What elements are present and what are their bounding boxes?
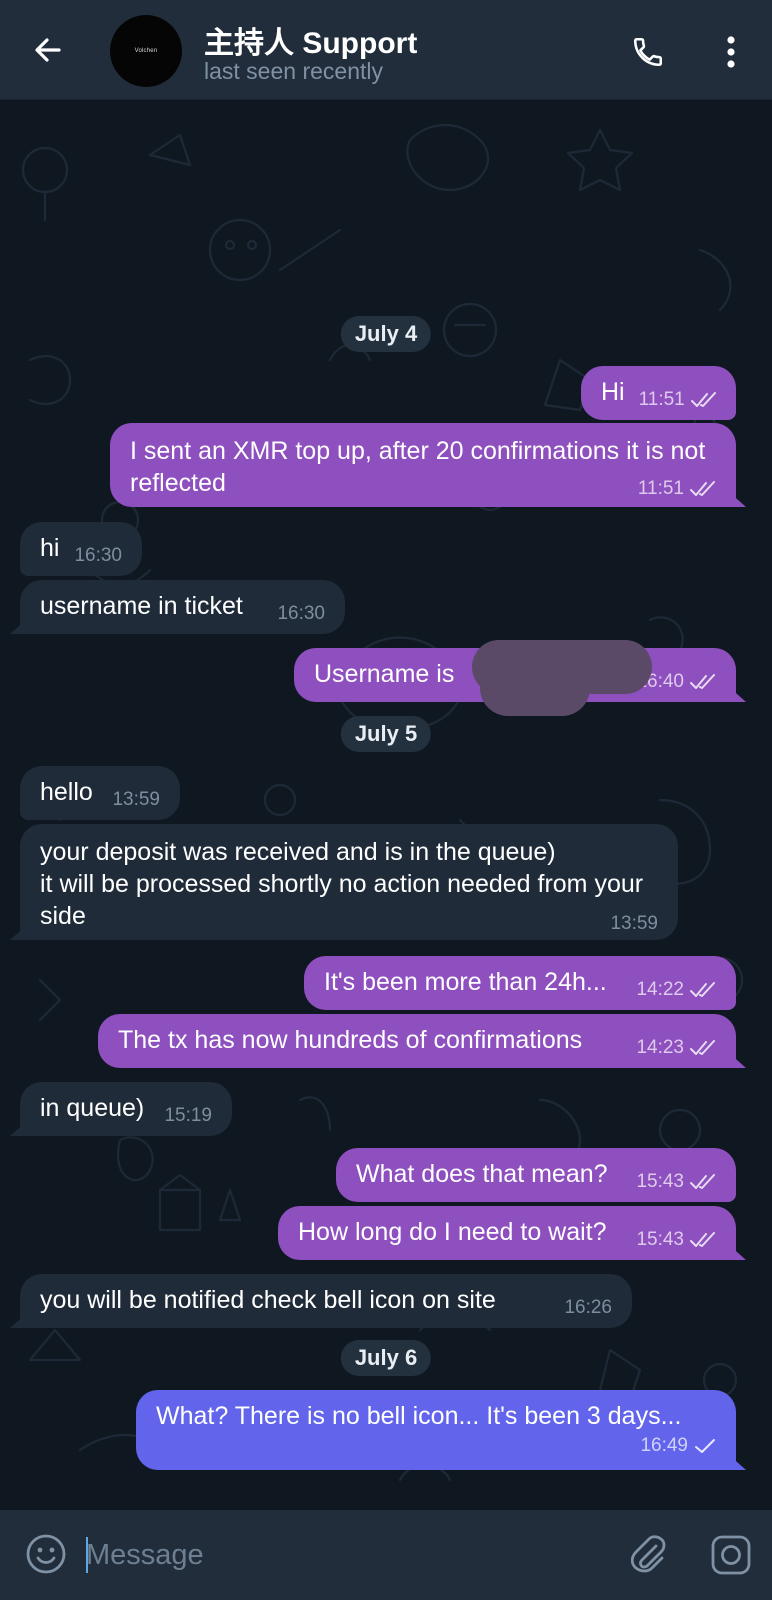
chat-title[interactable]: 主持人 Support — [204, 18, 417, 62]
message-text: It's been more than 24h... — [324, 968, 607, 996]
date-separator: July 6 — [340, 1340, 432, 1376]
message-bubble-outgoing[interactable]: It's been more than 24h... 14:22 — [304, 956, 736, 1010]
message-meta: 11:51 — [639, 384, 717, 416]
message-bubble-outgoing[interactable]: How long do I need to wait? 15:43 — [278, 1206, 736, 1260]
message-bubble-outgoing[interactable]: What does that mean? 15:43 — [336, 1148, 736, 1202]
message-time: 13:59 — [610, 913, 658, 934]
check-icon — [695, 1439, 715, 1453]
chat-status: last seen recently — [204, 58, 383, 84]
message-composer — [0, 1510, 772, 1600]
message-time: 15:43 — [636, 1171, 684, 1192]
message-bubble-incoming[interactable]: your deposit was received and is in the … — [20, 824, 678, 940]
message-bubble-outgoing[interactable]: What? There is no bell icon... It's been… — [136, 1390, 736, 1470]
message-time: 13:59 — [112, 789, 160, 810]
message-text: hello — [40, 778, 93, 806]
message-bubble-incoming[interactable]: in queue) 15:19 — [20, 1082, 232, 1136]
message-meta: 15:43 — [636, 1166, 716, 1198]
message-meta: 14:23 — [636, 1032, 716, 1064]
double-check-icon — [690, 392, 716, 407]
date-separator: July 4 — [340, 316, 432, 352]
message-time: 16:30 — [74, 545, 122, 566]
double-check-icon — [690, 1174, 715, 1189]
message-meta: 16:49 — [640, 1430, 716, 1462]
more-button[interactable] — [712, 32, 750, 72]
message-text: Username is — [314, 660, 455, 688]
double-check-icon — [690, 674, 715, 689]
message-time: 14:23 — [636, 1037, 684, 1058]
back-button[interactable] — [28, 30, 68, 70]
message-time: 11:51 — [637, 478, 684, 499]
message-meta: 15:43 — [636, 1224, 716, 1256]
message-text: What does that mean? — [356, 1160, 608, 1188]
message-bubble-incoming[interactable]: hello 13:59 — [20, 766, 180, 820]
double-check-icon — [690, 982, 715, 997]
message-bubble-incoming[interactable]: you will be notified check bell icon on … — [20, 1274, 632, 1328]
call-button[interactable] — [628, 32, 668, 72]
more-vertical-icon — [727, 36, 735, 68]
message-text: Hi — [601, 378, 625, 406]
chat-screen: Volchen 主持人 Support last seen recently J… — [0, 0, 772, 1600]
message-time: 16:49 — [640, 1435, 688, 1456]
message-text: hi — [40, 534, 60, 562]
phone-icon — [633, 37, 663, 67]
camera-icon — [711, 1535, 751, 1575]
message-bubble-incoming[interactable]: hi 16:30 — [20, 522, 142, 576]
message-meta: 14:22 — [636, 974, 716, 1006]
message-time: 15:43 — [636, 1229, 684, 1250]
emoji-button[interactable] — [24, 1532, 68, 1576]
message-time: 14:22 — [636, 979, 684, 1000]
date-separator: July 5 — [340, 716, 432, 752]
avatar[interactable]: Volchen — [110, 15, 182, 87]
chat-area[interactable]: July 4 Hi 11:51 I sent an XMR top up, af… — [0, 100, 772, 1510]
double-check-icon — [690, 1040, 715, 1055]
message-meta: 11:51 — [638, 473, 716, 505]
message-text: username in ticket — [40, 592, 243, 620]
message-text: How long do I need to wait? — [298, 1218, 607, 1246]
attach-button[interactable] — [626, 1532, 670, 1576]
text-caret — [86, 1537, 88, 1573]
message-bubble-outgoing[interactable]: The tx has now hundreds of confirmations… — [98, 1014, 736, 1068]
message-input[interactable] — [86, 1530, 606, 1580]
message-text: The tx has now hundreds of confirmations — [118, 1026, 583, 1054]
message-time: 16:26 — [564, 1297, 612, 1318]
message-text: What? There is no bell icon... It's been… — [156, 1402, 682, 1430]
camera-button[interactable] — [708, 1532, 754, 1578]
message-text: in queue) — [40, 1094, 145, 1122]
chat-header: Volchen 主持人 Support last seen recently — [0, 0, 772, 100]
double-check-icon — [690, 1232, 715, 1247]
message-time: 11:51 — [638, 389, 685, 410]
message-bubble-outgoing[interactable]: Hi 11:51 — [581, 366, 736, 420]
arrow-left-icon — [35, 38, 61, 62]
message-bubble-incoming[interactable]: username in ticket 16:30 — [20, 580, 345, 634]
message-time: 15:19 — [164, 1105, 212, 1126]
paperclip-icon — [630, 1535, 666, 1573]
message-text: you will be notified check bell icon on … — [40, 1286, 496, 1314]
message-bubble-outgoing[interactable]: I sent an XMR top up, after 20 confirmat… — [110, 423, 736, 507]
avatar-logo: Volchen — [134, 48, 158, 54]
message-time: 16:30 — [277, 603, 325, 624]
redaction-blot — [480, 660, 590, 716]
smiley-icon — [26, 1534, 66, 1574]
double-check-icon — [690, 481, 715, 496]
